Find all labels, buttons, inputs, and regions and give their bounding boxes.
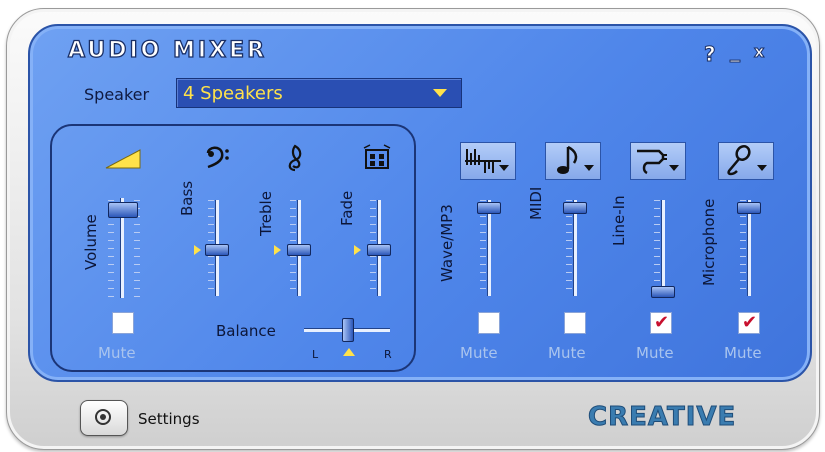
plug-icon xyxy=(637,149,679,175)
midi-mute-label: Mute xyxy=(548,344,586,362)
bass-label: Bass xyxy=(178,180,196,216)
line-in-ticks xyxy=(654,200,660,296)
line-in-mute-checkbox[interactable]: ✔ xyxy=(650,312,672,334)
speaker-label: Speaker xyxy=(84,85,150,104)
bass-clef-icon xyxy=(206,146,229,169)
treble-center-marker xyxy=(274,245,281,255)
speaker-selected: 4 Speakers xyxy=(183,83,283,104)
microphone-icon xyxy=(727,145,767,176)
volume-label: Volume xyxy=(82,214,100,270)
balance-label: Balance xyxy=(216,322,276,340)
checkmark-icon: ✔ xyxy=(654,312,670,333)
balance-slider[interactable] xyxy=(342,318,354,342)
balance-center-caret xyxy=(343,348,355,356)
microphone-ticks xyxy=(740,200,746,296)
wave-mp3-mute-checkbox[interactable] xyxy=(478,312,500,334)
line-in-icon-button[interactable] xyxy=(630,142,686,180)
microphone-track xyxy=(747,200,751,296)
volume-mute-label: Mute xyxy=(98,344,136,362)
line-in-mute-label: Mute xyxy=(636,344,674,362)
line-in-track xyxy=(661,200,665,296)
midi-slider[interactable] xyxy=(563,202,587,214)
music-note-icon xyxy=(557,145,594,174)
fade-center-marker xyxy=(354,245,361,255)
window-title: AUDIO MIXER xyxy=(67,37,268,63)
bass-slider[interactable] xyxy=(205,244,229,256)
fade-label: Fade xyxy=(338,190,356,226)
line-in-slider[interactable] xyxy=(651,286,675,298)
bass-center-marker xyxy=(194,245,201,255)
channel-label-midi: MIDI xyxy=(527,186,545,220)
checkmark-icon: ✔ xyxy=(742,312,758,333)
channel-label-line-in: Line-In xyxy=(610,195,628,246)
treble-slider[interactable] xyxy=(287,244,311,256)
balance-right-label: R xyxy=(384,348,392,361)
midi-mute-checkbox[interactable] xyxy=(564,312,586,334)
wave-mp3-track xyxy=(487,200,491,296)
midi-icon-button[interactable] xyxy=(545,142,601,180)
treble-label: Treble xyxy=(257,191,275,236)
wave-mp3-slider[interactable] xyxy=(477,202,501,214)
midi-track xyxy=(573,200,577,296)
fade-slider[interactable] xyxy=(367,244,391,256)
speaker-dropdown[interactable]: 4 Speakers xyxy=(176,78,462,108)
microphone-slider[interactable] xyxy=(737,202,761,214)
volume-mute-checkbox[interactable] xyxy=(112,312,134,334)
wave-mp3-ticks xyxy=(480,200,486,296)
channel-label-microphone: Microphone xyxy=(700,198,718,286)
waveform-icon xyxy=(465,149,509,173)
settings-button[interactable] xyxy=(80,400,128,436)
fade-speakers-icon xyxy=(363,144,391,169)
minimize-button[interactable]: _ xyxy=(730,40,741,61)
balance-left-label: L xyxy=(312,348,319,361)
settings-icon xyxy=(95,409,111,425)
microphone-mute-checkbox[interactable]: ✔ xyxy=(738,312,760,334)
volume-slider[interactable] xyxy=(108,202,138,218)
chevron-down-icon xyxy=(433,89,447,97)
treble-clef-icon xyxy=(288,144,302,172)
settings-label: Settings xyxy=(138,410,200,428)
creative-logo: CREATIVE xyxy=(587,402,737,433)
microphone-mute-label: Mute xyxy=(724,344,762,362)
help-button[interactable]: ? xyxy=(704,44,717,65)
channel-label-wave-mp3: Wave/MP3 xyxy=(438,204,456,282)
wave-mp3-mute-label: Mute xyxy=(460,344,498,362)
volume-ramp-icon xyxy=(105,149,141,169)
microphone-icon-button[interactable] xyxy=(718,142,774,180)
midi-ticks xyxy=(566,200,572,296)
wave-mp3-icon-button[interactable] xyxy=(460,142,516,180)
close-button[interactable]: x xyxy=(753,42,764,62)
